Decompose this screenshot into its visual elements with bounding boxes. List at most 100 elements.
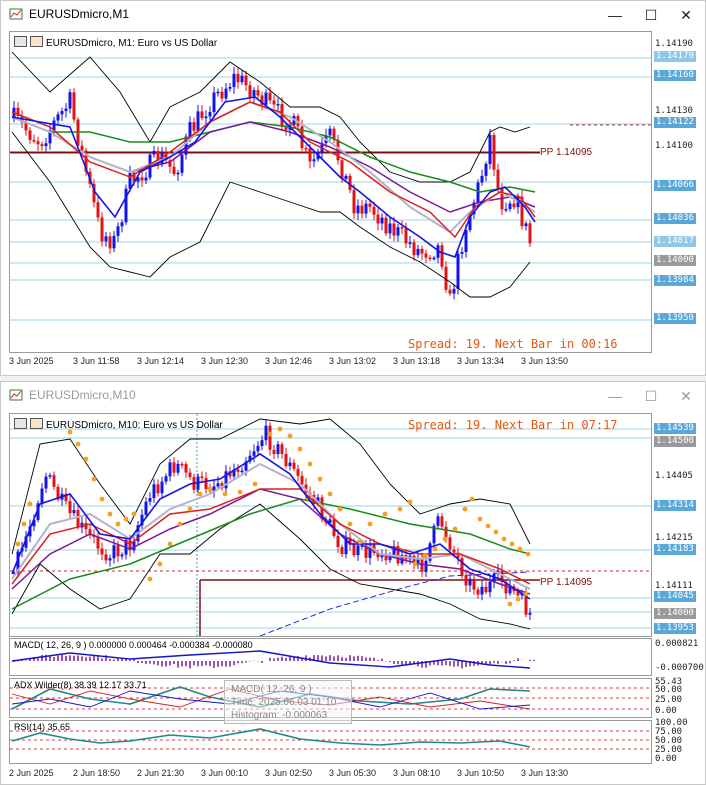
m10-candle <box>264 425 268 441</box>
m10-candle <box>144 501 148 515</box>
m1-candle <box>484 163 488 176</box>
parabolic-sar-dot <box>15 541 21 547</box>
m10-candle <box>488 581 492 593</box>
m10-candle <box>152 484 156 499</box>
maximize-button[interactable]: ☐ <box>637 386 665 406</box>
m1-candle <box>356 205 360 214</box>
m1-candle <box>380 217 384 224</box>
m1-candle <box>200 111 204 119</box>
rsi-label: RSI(14) 35.65 <box>14 722 71 732</box>
time-label: 3 Jun 13:18 <box>393 356 441 366</box>
parabolic-sar-dot <box>83 456 89 462</box>
m10-candle <box>476 589 480 595</box>
rsi-subwindow[interactable]: RSI(14) 35.65 <box>9 720 652 764</box>
m1-candle <box>464 230 468 253</box>
price-label: 1.14405 <box>655 471 693 481</box>
m1-candle <box>340 160 344 179</box>
m1-candle <box>220 91 224 99</box>
parabolic-sar-dot <box>493 529 499 535</box>
m10-candle <box>468 578 472 586</box>
time-label: 3 Jun 00:10 <box>201 768 249 778</box>
m1-candle <box>256 90 260 96</box>
time-label: 2 Jun 21:30 <box>137 768 185 778</box>
m10-candle <box>260 440 264 446</box>
m1-candle <box>64 108 68 112</box>
m10-candle <box>444 526 448 538</box>
m10-candle <box>164 476 168 482</box>
m1-candle <box>312 159 316 162</box>
price-tag: 1.13984 <box>654 275 696 286</box>
m1-candle <box>276 104 280 106</box>
time-scale-m10[interactable]: 2 Jun 2025 2 Jun 18:50 2 Jun 21:30 3 Jun 00… <box>9 767 652 781</box>
adx-scale: 55.43 50.00 25.00 0.00 <box>653 677 705 718</box>
m10-candle <box>40 488 44 504</box>
m1-candle <box>232 73 236 87</box>
titlebar-m1[interactable]: EURUSDmicro,M1 — ☐ ✕ <box>1 1 705 29</box>
parabolic-sar-dot <box>507 601 513 607</box>
price-tag: 1.14160 <box>654 70 696 81</box>
m1-candle <box>424 253 428 258</box>
m1-candle <box>476 182 480 203</box>
moving-average-purple <box>11 116 536 213</box>
titlebar-m10[interactable]: EURUSDmicro,M10 — ☐ ✕ <box>1 382 705 410</box>
macd-subwindow[interactable]: MACD( 12, 26, 9 ) 0.000000 0.000464 -0.0… <box>9 638 652 676</box>
m1-candle <box>396 227 400 236</box>
price-chart-m10[interactable]: EURUSDmicro, M10: Euro vs US Dollar Spre… <box>9 413 652 637</box>
minimize-button[interactable]: — <box>601 386 629 406</box>
parabolic-sar-dot <box>197 491 203 497</box>
m1-candle <box>152 151 156 155</box>
parabolic-sar-dot <box>367 521 373 527</box>
m10-candle <box>116 545 120 557</box>
time-label: 2 Jun 18:50 <box>73 768 121 778</box>
m1-candle <box>408 242 412 244</box>
m10-candle <box>356 545 360 556</box>
m10-candle <box>120 554 124 557</box>
m1-candle <box>204 116 208 119</box>
parabolic-sar-dot <box>452 526 458 532</box>
parabolic-sar-dot <box>307 461 313 467</box>
price-label: 1.14111 <box>655 581 693 591</box>
m10-candle <box>288 462 292 467</box>
m1-candle <box>36 141 40 145</box>
maximize-button[interactable]: ☐ <box>637 5 665 25</box>
m1-candle <box>96 202 100 218</box>
m10-candle <box>352 544 356 556</box>
time-label: 3 Jun 08:10 <box>393 768 441 778</box>
m10-candle <box>68 501 72 514</box>
m10-candle <box>72 510 76 514</box>
m1-candle <box>120 222 124 227</box>
m10-candle <box>176 463 180 473</box>
parabolic-sar-dot <box>115 521 121 527</box>
chart-picture-icon <box>30 36 43 47</box>
m10-candle <box>452 549 456 553</box>
price-scale-m1[interactable]: 1.141901.141301.141001.140101.139801.141… <box>653 31 705 353</box>
m10-candle <box>168 462 172 477</box>
parabolic-sar-dot <box>509 541 515 547</box>
m10-candle <box>252 451 256 456</box>
chart-list-icon <box>14 418 27 429</box>
price-scale-m10[interactable]: 1.14405 1.14215 1.14111 1.14539 1.14500 1.143… <box>653 413 705 637</box>
m1-candle <box>128 172 132 189</box>
m10-candle <box>284 453 288 467</box>
price-chart-m1[interactable]: EURUSDmicro, M1: Euro vs US Dollar Sprea… <box>9 31 652 353</box>
m10-candle <box>436 516 440 526</box>
minimize-button[interactable]: — <box>601 5 629 25</box>
close-button[interactable]: ✕ <box>672 5 700 25</box>
macd-label: MACD( 12, 26, 9 ) 0.000000 0.000464 -0.0… <box>14 640 253 650</box>
time-label: 3 Jun 12:46 <box>265 356 313 366</box>
price-label: 1.14190 <box>655 39 693 49</box>
m1-candle <box>196 111 200 131</box>
m1-candle <box>376 214 380 224</box>
m1-candle <box>264 92 268 105</box>
time-scale-m1[interactable]: 3 Jun 2025 3 Jun 11:58 3 Jun 12:14 3 Jun 12… <box>9 355 652 369</box>
macd-scale: 0.000821 -0.000700 <box>653 638 705 676</box>
m1-candle <box>432 257 436 260</box>
m10-candle <box>276 444 280 455</box>
m1-candle <box>248 85 252 99</box>
m10-candle <box>76 510 80 528</box>
close-button[interactable]: ✕ <box>672 386 700 406</box>
m1-candle <box>372 206 376 215</box>
time-label: 3 Jun 12:14 <box>137 356 185 366</box>
rsi-canvas <box>10 728 651 750</box>
spread-info: Spread: 19. Next Bar in 00:16 <box>408 337 618 351</box>
